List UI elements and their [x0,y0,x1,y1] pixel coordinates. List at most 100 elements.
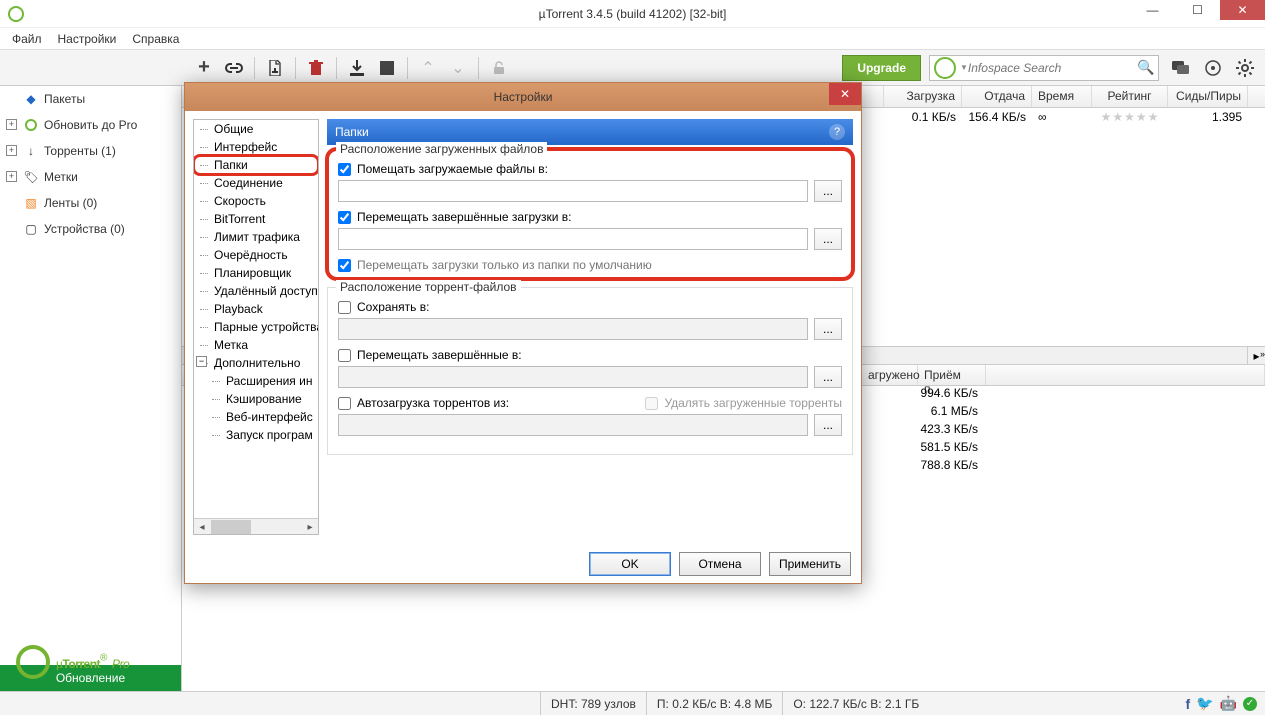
settings-tree[interactable]: Общие Интерфейс Папки Соединение Скорост… [193,119,319,535]
col-seeds-peers[interactable]: Сиды/Пиры [1168,86,1248,107]
chk-put-downloading[interactable] [338,163,351,176]
sidebar-item-devices[interactable]: ▢ Устройства (0) [0,216,181,242]
tree-playback[interactable]: Playback [194,300,318,318]
delete-button[interactable] [302,54,330,82]
sidebar-item-torrents[interactable]: + ↓ Торренты (1) [0,138,181,164]
cell-time: ∞ [1032,108,1092,130]
chk-move-only-default[interactable] [338,259,351,272]
tree-advanced[interactable]: − Дополнительно [194,354,318,372]
sidebar-item-feeds[interactable]: ▧ Ленты (0) [0,190,181,216]
tree-run[interactable]: Запуск програм [194,426,318,444]
search-icon[interactable]: 🔍 [1134,59,1158,76]
collapse-icon[interactable]: − [196,356,207,367]
start-button[interactable] [343,54,371,82]
move-completed-path[interactable] [338,228,808,250]
put-downloading-path[interactable] [338,180,808,202]
sidebar-item-pro[interactable]: + Обновить до Pro [0,112,181,138]
status-down: П: 0.2 КБ/с В: 4.8 МБ [646,692,782,715]
upgrade-button[interactable]: Upgrade [842,55,921,81]
detail-col-loaded[interactable]: агружено [862,365,918,385]
move-up-button[interactable]: ⌃ [414,54,442,82]
menu-bar: Файл Настройки Справка [0,28,1265,50]
utorrent-small-icon [24,118,38,132]
unlock-button[interactable] [485,54,513,82]
tree-queue[interactable]: Очерёдность [194,246,318,264]
browse-move-completed2[interactable]: ... [814,366,842,388]
chk-label: Сохранять в: [357,300,429,314]
col-download[interactable]: Загрузка [884,86,962,107]
ok-button[interactable]: OK [589,552,671,576]
menu-settings[interactable]: Настройки [50,30,125,48]
stop-button[interactable] [373,54,401,82]
tree-cache[interactable]: Кэширование [194,390,318,408]
search-input[interactable] [968,61,1134,75]
chk-label: Удалять загруженные торренты [664,396,842,410]
tree-connection[interactable]: Соединение [194,174,318,192]
torrent-files-group: Расположение торрент-файлов Сохранять в:… [327,287,853,455]
dialog-close-button[interactable]: ✕ [829,83,861,105]
menu-file[interactable]: Файл [4,30,50,48]
tree-interface[interactable]: Интерфейс [194,138,318,156]
minimize-button[interactable]: — [1130,0,1175,20]
dialog-buttons: OK Отмена Применить [185,543,861,583]
chk-autoload[interactable] [338,397,351,410]
search-box[interactable]: ▼ 🔍 [929,55,1159,81]
move-down-button[interactable]: ⌄ [444,54,472,82]
tree-speed[interactable]: Скорость [194,192,318,210]
apply-button[interactable]: Применить [769,552,851,576]
add-torrent-button[interactable]: + [190,54,218,82]
tree-scheduler[interactable]: Планировщик [194,264,318,282]
twitter-icon[interactable]: 🐦 [1196,695,1213,712]
sidebar-label: Ленты (0) [44,196,97,210]
download-icon: ↓ [24,144,38,158]
dialog-titlebar[interactable]: Настройки ✕ [185,83,861,111]
chk-label: Перемещать завершённые загрузки в: [357,210,571,224]
browse-put-downloading[interactable]: ... [814,180,842,202]
status-up: О: 122.7 КБ/с В: 2.1 ГБ [782,692,929,715]
tree-paired[interactable]: Парные устройства [194,318,318,336]
tree-remote[interactable]: Удалённый доступ [194,282,318,300]
tree-scrollbar[interactable]: ◂▸ [194,518,318,534]
browse-autoload[interactable]: ... [814,414,842,436]
status-ok-icon[interactable]: ✓ [1243,697,1257,711]
chk-label: Помещать загружаемые файлы в: [357,162,548,176]
col-time[interactable]: Время [1032,86,1092,107]
close-button[interactable]: ✕ [1220,0,1265,20]
group-legend: Расположение загруженных файлов [336,142,547,156]
remote-icon[interactable] [1199,54,1227,82]
expand-icon[interactable]: + [6,145,17,156]
expand-icon[interactable]: + [6,171,17,182]
tree-web[interactable]: Веб-интерфейс [194,408,318,426]
sidebar-item-labels[interactable]: + 🏷 Метки [0,164,181,190]
tree-ext[interactable]: Расширения ин [194,372,318,390]
chk-save-in[interactable] [338,301,351,314]
cancel-button[interactable]: Отмена [679,552,761,576]
column-picker-button[interactable]: » [1260,346,1265,360]
tree-bittorrent[interactable]: BitTorrent [194,210,318,228]
chk-move-completed[interactable] [338,211,351,224]
col-upload[interactable]: Отдача [962,86,1032,107]
chk-move-completed2[interactable] [338,349,351,362]
sidebar-item-packets[interactable]: ◆ Пакеты [0,86,181,112]
menu-help[interactable]: Справка [124,30,187,48]
facebook-icon[interactable]: f [1185,696,1190,712]
create-torrent-button[interactable] [261,54,289,82]
browse-save-in[interactable]: ... [814,318,842,340]
android-icon[interactable]: 🤖 [1220,695,1237,712]
sidebar: ◆ Пакеты + Обновить до Pro + ↓ Торренты … [0,86,182,691]
help-icon[interactable]: ? [829,124,845,140]
tree-general[interactable]: Общие [194,120,318,138]
chat-icon[interactable] [1167,54,1195,82]
maximize-button[interactable]: ☐ [1175,0,1220,20]
preferences-icon[interactable] [1231,54,1259,82]
settings-dialog: Настройки ✕ Общие Интерфейс Папки Соедин… [184,82,862,584]
utorrent-pro-logo: µTorrent® Pro [16,645,129,679]
tree-label[interactable]: Метка [194,336,318,354]
col-rating[interactable]: Рейтинг [1092,86,1168,107]
expand-icon[interactable]: + [6,119,17,130]
detail-col-recv[interactable]: Приём п... [918,365,986,385]
add-url-button[interactable] [220,54,248,82]
tree-folders[interactable]: Папки [194,156,318,174]
tree-transfer-cap[interactable]: Лимит трафика [194,228,318,246]
browse-move-completed[interactable]: ... [814,228,842,250]
